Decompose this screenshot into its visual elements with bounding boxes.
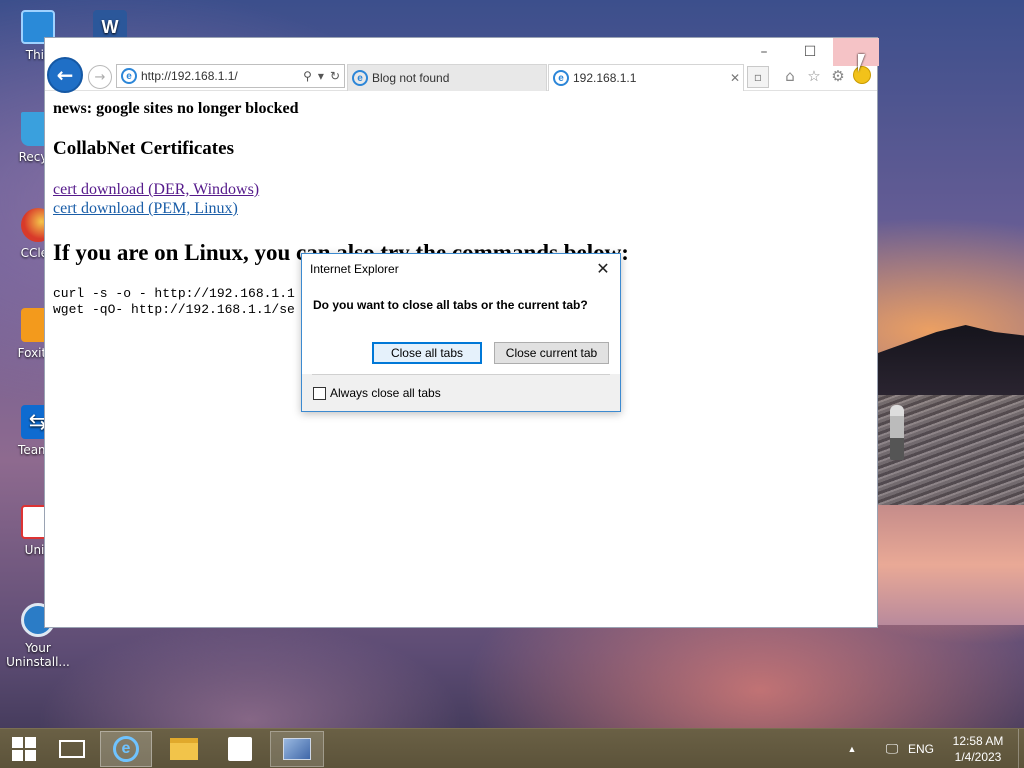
gear-icon[interactable]: ⚙ xyxy=(828,66,848,86)
start-button[interactable] xyxy=(0,731,48,767)
clock-time: 12:58 AM xyxy=(952,734,1004,748)
clock-date: 1/4/2023 xyxy=(954,750,1002,764)
dialog-close-icon[interactable]: ✕ xyxy=(594,260,612,278)
always-close-label[interactable]: Always close all tabs xyxy=(330,386,441,400)
windows-logo-icon xyxy=(12,737,36,761)
tab-label: Blog not found xyxy=(372,71,450,85)
mouse-cursor-icon xyxy=(858,54,872,72)
favorites-star-icon[interactable]: ☆ xyxy=(804,66,824,86)
taskbar-ie[interactable]: e xyxy=(100,731,152,767)
forward-button[interactable]: → xyxy=(88,65,112,89)
task-view-icon xyxy=(59,740,85,758)
cert-pem-link[interactable]: cert download (PEM, Linux) xyxy=(53,199,869,218)
cert-links: cert download (DER, Windows) cert downlo… xyxy=(53,180,869,218)
wallpaper-hill xyxy=(878,325,1024,395)
tab-close-icon[interactable]: ✕ xyxy=(727,71,743,85)
taskbar: e ▲ 🖵 ENG 12:58 AM 1/4/2023 xyxy=(0,728,1024,768)
refresh-icon[interactable]: ↻ xyxy=(330,69,340,83)
back-arrow-icon: ← xyxy=(56,63,74,87)
wallpaper-water xyxy=(878,505,1024,625)
close-all-tabs-button[interactable]: Close all tabs xyxy=(372,342,482,364)
wallpaper-figure xyxy=(890,405,904,460)
taskbar-file-explorer[interactable] xyxy=(160,731,208,767)
dropdown-icon[interactable]: ▾ xyxy=(318,69,324,83)
network-status-icon[interactable]: 🖵 xyxy=(882,741,902,757)
home-icon[interactable]: ⌂ xyxy=(780,66,800,86)
always-close-checkbox[interactable] xyxy=(313,386,326,400)
close-tabs-dialog: Internet Explorer ✕ Do you want to close… xyxy=(301,253,621,412)
system-tray: ▲ 🖵 ENG 12:58 AM 1/4/2023 xyxy=(842,729,1024,768)
taskbar-store[interactable] xyxy=(216,731,264,767)
ie-tab-icon: e xyxy=(553,70,569,86)
address-bar[interactable]: e http://192.168.1.1/ ⚲ ▾ ↻ xyxy=(116,64,345,88)
show-desktop-button[interactable] xyxy=(1018,729,1024,768)
certificates-heading: CollabNet Certificates xyxy=(53,138,234,159)
show-hidden-icons-icon[interactable]: ▲ xyxy=(842,744,862,754)
tab-label: 192.168.1.1 xyxy=(573,71,637,85)
close-current-tab-button[interactable]: Close current tab xyxy=(494,342,609,364)
maximize-button[interactable]: ☐ xyxy=(787,38,833,66)
ie-page-icon: e xyxy=(121,68,137,84)
language-indicator[interactable]: ENG xyxy=(908,742,934,756)
news-line: news: google sites no longer blocked xyxy=(53,100,299,117)
clock[interactable]: 12:58 AM 1/4/2023 xyxy=(946,733,1010,765)
forward-arrow-icon: → xyxy=(94,69,106,85)
folder-icon xyxy=(170,738,198,760)
ie-tab-icon: e xyxy=(352,70,368,86)
internet-explorer-icon: e xyxy=(113,736,139,762)
ie-toolbar: – ☐ ← → e http://192.168.1.1/ ⚲ ▾ ↻ e Bl… xyxy=(45,38,879,93)
tab-192-168-1-1[interactable]: e 192.168.1.1 ✕ xyxy=(548,64,744,91)
address-text[interactable]: http://192.168.1.1/ xyxy=(141,69,303,83)
task-view-button[interactable] xyxy=(48,731,96,767)
dialog-divider xyxy=(312,374,610,375)
minimize-button[interactable]: – xyxy=(741,38,787,66)
cert-der-link[interactable]: cert download (DER, Windows) xyxy=(53,180,869,199)
always-close-row[interactable]: Always close all tabs xyxy=(313,386,441,400)
tab-blog-not-found[interactable]: e Blog not found xyxy=(347,64,547,91)
store-icon xyxy=(228,737,252,761)
back-button[interactable]: ← xyxy=(47,57,83,93)
taskbar-network-app[interactable] xyxy=(270,731,324,767)
dialog-title: Internet Explorer xyxy=(302,254,620,284)
network-computer-icon xyxy=(283,738,311,760)
close-window-button[interactable] xyxy=(833,38,879,66)
search-icon[interactable]: ⚲ xyxy=(303,69,312,83)
new-tab-button[interactable]: ▫ xyxy=(747,66,769,88)
dialog-question: Do you want to close all tabs or the cur… xyxy=(313,298,588,312)
